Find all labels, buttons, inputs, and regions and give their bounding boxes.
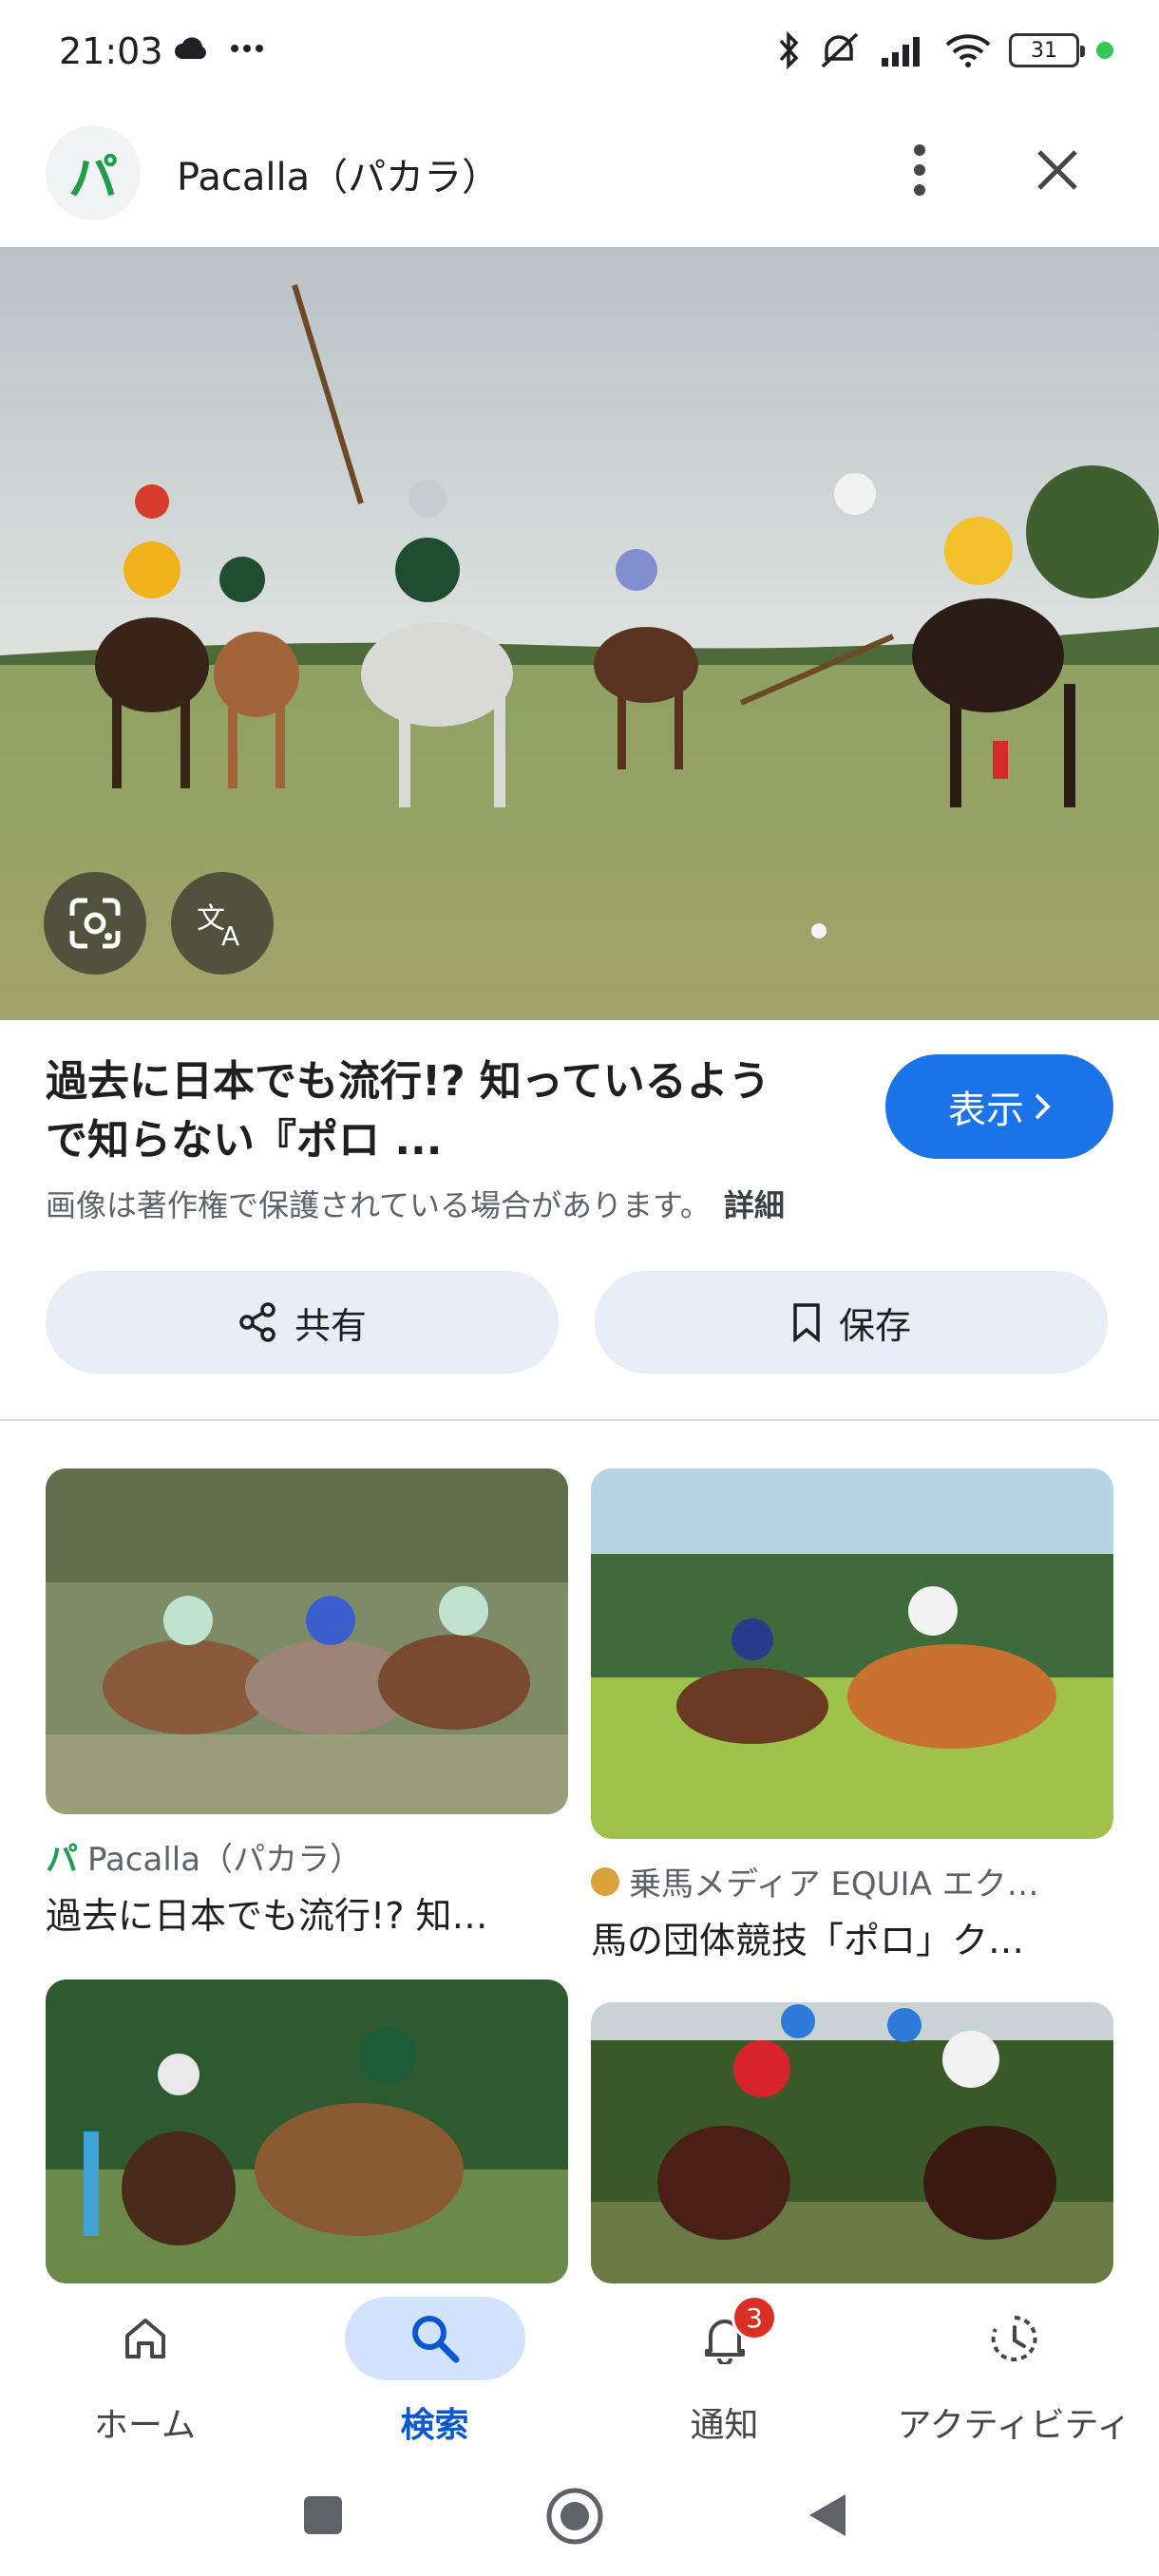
site-logo: パ	[46, 125, 141, 220]
related-image[interactable]	[591, 2002, 1113, 2283]
nav-home[interactable]: ホーム	[0, 2283, 290, 2454]
save-button[interactable]: 保存	[595, 1271, 1108, 1373]
translate-icon: 文A	[197, 902, 239, 947]
privacy-indicator-dot	[1096, 42, 1113, 59]
save-label: 保存	[838, 1304, 911, 1347]
wifi-icon	[945, 34, 991, 67]
signal-icon	[882, 37, 920, 66]
share-icon	[239, 1302, 276, 1342]
search-icon	[411, 2316, 459, 2363]
more-vert-icon	[914, 144, 925, 196]
site-title: Pacalla（パカラ）	[177, 156, 501, 199]
nav-search[interactable]: 検索	[290, 2283, 580, 2454]
related-image[interactable]	[46, 1979, 568, 2283]
more-options-button[interactable]	[891, 137, 948, 203]
nav-label: 通知	[690, 2406, 759, 2445]
visit-label: 表示	[948, 1089, 1024, 1132]
related-caption[interactable]: 過去に日本でも流行!? 知…	[46, 1886, 487, 1939]
details-link[interactable]: 詳細	[724, 1187, 785, 1223]
translate-button[interactable]: 文A	[171, 872, 274, 975]
copyright-notice: 画像は著作権で保護されている場合があります。 詳細	[46, 1187, 785, 1223]
mute-icon	[821, 32, 859, 68]
system-navigation-bar	[0, 2454, 1159, 2576]
share-label: 共有	[294, 1304, 367, 1347]
close-icon	[1037, 150, 1077, 190]
close-button[interactable]	[1026, 137, 1089, 203]
share-button[interactable]: 共有	[46, 1271, 559, 1373]
nav-notifications[interactable]: 3 通知	[580, 2283, 869, 2454]
activity-icon	[991, 2316, 1037, 2361]
related-image[interactable]	[46, 1468, 568, 1814]
home-icon	[124, 2319, 165, 2358]
recent-apps-button[interactable]	[302, 2494, 344, 2536]
battery-indicator: 31	[1009, 33, 1085, 67]
lens-icon	[69, 898, 121, 949]
nav-activity[interactable]: アクティビティ	[869, 2283, 1159, 2454]
visit-button[interactable]: 表示	[885, 1054, 1113, 1159]
nav-label: ホーム	[94, 2406, 196, 2445]
home-button[interactable]	[545, 2487, 604, 2546]
lens-search-button[interactable]	[44, 872, 146, 975]
back-button[interactable]	[806, 2491, 849, 2540]
bluetooth-icon	[779, 31, 799, 69]
related-caption[interactable]: 馬の団体競技「ポロ」ク…	[591, 1911, 1024, 1963]
svg-text:A: A	[221, 920, 239, 947]
bottom-navigation: ホーム 検索 3 通知 アクティビティ	[0, 2283, 1159, 2454]
bookmark-icon	[793, 1303, 820, 1342]
site-favicon	[591, 1866, 619, 1896]
site-favicon: パ	[46, 1841, 78, 1879]
notification-badge: 3	[732, 2295, 777, 2340]
related-source: パ Pacalla（パカラ）	[46, 1833, 362, 1880]
nav-label: 検索	[400, 2406, 469, 2445]
source-header: パ Pacalla（パカラ）	[0, 114, 1159, 228]
cloud-icon	[175, 37, 206, 59]
nav-label: アクティビティ	[897, 2406, 1131, 2445]
section-divider	[0, 1419, 1159, 1421]
chevron-right-icon	[1035, 1093, 1051, 1120]
status-bar: 21:03 31	[0, 0, 1159, 104]
more-notifications-icon	[231, 45, 263, 52]
status-time: 21:03	[59, 30, 163, 72]
result-title[interactable]: 過去に日本でも流行!? 知っているよう で知らない『ポロ ...	[46, 1052, 834, 1170]
related-source: 乗馬メディア EQUIA エク…	[591, 1858, 1039, 1904]
related-image[interactable]	[591, 1468, 1113, 1839]
